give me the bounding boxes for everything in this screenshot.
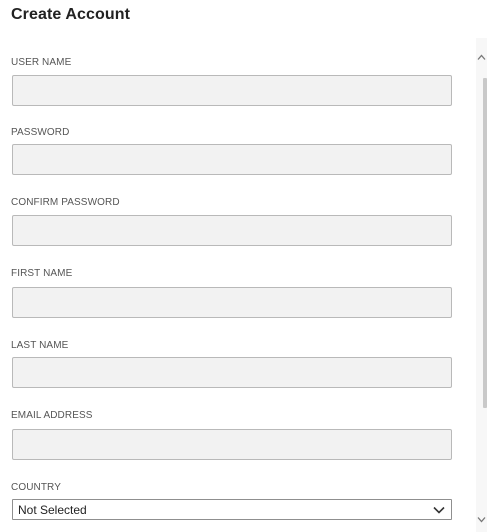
country-label: COUNTRY bbox=[11, 482, 61, 493]
confirm-password-input[interactable] bbox=[12, 215, 452, 246]
username-input[interactable] bbox=[12, 75, 452, 106]
page-title: Create Account bbox=[11, 6, 131, 23]
first-name-label: FIRST NAME bbox=[11, 268, 73, 279]
country-select[interactable]: Not Selected bbox=[12, 499, 452, 520]
vertical-scrollbar[interactable] bbox=[476, 38, 487, 532]
email-address-label: EMAIL ADDRESS bbox=[11, 410, 93, 421]
password-input[interactable] bbox=[12, 144, 452, 175]
username-label: USER NAME bbox=[11, 57, 72, 68]
email-address-input[interactable] bbox=[12, 429, 452, 460]
country-selected-value: Not Selected bbox=[18, 502, 87, 517]
chevron-up-icon[interactable] bbox=[477, 54, 486, 61]
chevron-down-icon[interactable] bbox=[477, 516, 486, 523]
last-name-input[interactable] bbox=[12, 357, 452, 388]
last-name-label: LAST NAME bbox=[11, 340, 69, 351]
scrollbar-thumb[interactable] bbox=[483, 78, 487, 408]
chevron-down-icon bbox=[433, 506, 445, 514]
confirm-password-label: CONFIRM PASSWORD bbox=[11, 197, 120, 208]
password-label: PASSWORD bbox=[11, 127, 70, 138]
first-name-input[interactable] bbox=[12, 287, 452, 318]
